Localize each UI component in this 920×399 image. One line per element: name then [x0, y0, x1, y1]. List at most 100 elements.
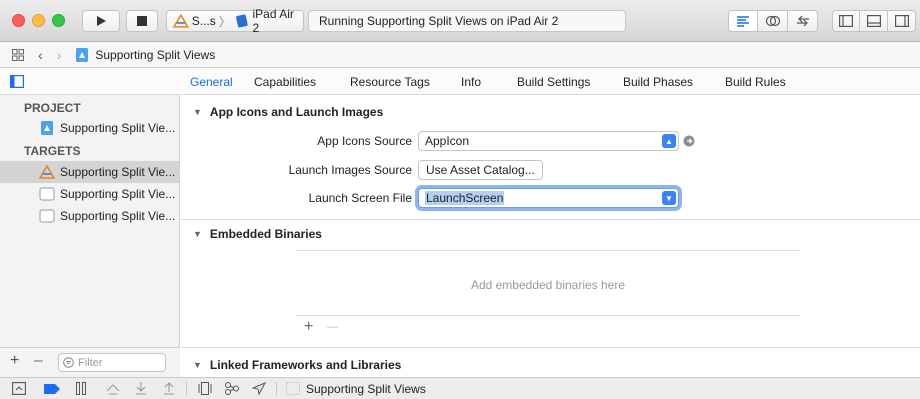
debug-scheme-label[interactable]: Supporting Split Views [306, 382, 426, 396]
launch-screen-file-label: Launch Screen File [308, 191, 412, 205]
target-item-uitests[interactable]: Supporting Split Vie... [0, 205, 179, 227]
section-divider [181, 219, 920, 220]
disclosure-triangle-icon: ▼ [193, 107, 202, 117]
project-item-label: Supporting Split Vie... [60, 121, 176, 135]
stop-button[interactable] [126, 10, 158, 32]
scheme-target-label: S...s [191, 14, 216, 28]
run-button[interactable] [82, 10, 120, 32]
back-chevron-icon[interactable]: ‹ [38, 47, 43, 63]
assistant-editor-button[interactable] [758, 10, 788, 32]
toggle-utilities-button[interactable] [888, 10, 916, 32]
section-title: Linked Frameworks and Libraries [209, 358, 402, 372]
filter-field[interactable]: Filter [58, 353, 166, 372]
scheme-selector[interactable]: S...s 〉 iPad Air 2 [166, 7, 304, 35]
pause-icon[interactable] [76, 382, 86, 395]
test-bundle-icon [39, 187, 55, 201]
editor-tab-bar: General Capabilities Resource Tags Info … [0, 68, 920, 95]
embedded-binaries-section-header[interactable]: ▼ Embedded Binaries [193, 227, 322, 241]
debugbar-divider [186, 382, 187, 396]
tab-info[interactable]: Info [461, 75, 481, 89]
venn-icon [765, 15, 780, 27]
tab-build-settings[interactable]: Build Settings [517, 75, 590, 89]
chevron-down-icon: ▼ [662, 191, 676, 205]
target-item-label: Supporting Split Vie... [60, 187, 176, 201]
toggle-debug-area-button[interactable] [860, 10, 888, 32]
embedded-empty-text: Add embedded binaries here [470, 278, 626, 292]
general-settings-pane: ▼ App Icons and Launch Images App Icons … [181, 95, 920, 377]
activity-status-text: Running Supporting Split Views on iPad A… [319, 14, 559, 28]
launch-screen-file-combobox[interactable]: LaunchScreen ▼ [418, 188, 679, 208]
project-target-sidebar: PROJECT Supporting Split Vie... TARGETS … [0, 95, 180, 377]
linked-frameworks-section-header[interactable]: ▼ Linked Frameworks and Libraries [193, 358, 401, 372]
test-bundle-icon [39, 209, 55, 223]
debugbar-divider [276, 382, 277, 396]
target-item-app[interactable]: Supporting Split Vie... [0, 161, 179, 183]
add-target-button[interactable]: + [10, 352, 19, 370]
embedded-list-bottom-border [296, 315, 800, 316]
scheme-separator: 〉 [218, 14, 231, 29]
minimize-window-button[interactable] [32, 14, 45, 27]
app-icons-section-header[interactable]: ▼ App Icons and Launch Images [193, 105, 383, 119]
launch-screen-file-value: LaunchScreen [425, 191, 505, 205]
use-asset-catalog-button[interactable]: Use Asset Catalog... [418, 160, 543, 180]
target-item-label: Supporting Split Vie... [60, 209, 176, 223]
show-targets-list-icon[interactable] [10, 75, 24, 88]
use-asset-catalog-label: Use Asset Catalog... [426, 163, 535, 177]
target-item-tests[interactable]: Supporting Split Vie... [0, 183, 179, 205]
forward-chevron-icon[interactable]: › [57, 47, 62, 63]
updown-arrows-icon: ▲︎ [662, 134, 676, 148]
step-over-icon[interactable] [106, 382, 120, 395]
hide-debug-area-icon[interactable] [12, 382, 26, 395]
stop-icon [137, 16, 147, 26]
close-window-button[interactable] [12, 14, 25, 27]
section-divider [181, 347, 920, 348]
breadcrumb-project[interactable]: Supporting Split Views [95, 48, 215, 62]
remove-target-button[interactable]: – [34, 352, 43, 370]
filter-placeholder: Filter [78, 356, 103, 369]
embedded-binaries-list[interactable]: Add embedded binaries here [296, 251, 800, 315]
bottom-panel-icon [866, 15, 881, 27]
tab-general[interactable]: General [190, 75, 233, 89]
memory-graph-icon[interactable] [224, 382, 240, 395]
lines-icon [737, 16, 749, 27]
target-item-label: Supporting Split Vie... [60, 165, 176, 179]
app-target-icon [39, 165, 55, 179]
app-icons-source-value: AppIcon [425, 134, 470, 148]
remove-embedded-binary-button[interactable]: — [327, 321, 338, 333]
project-item[interactable]: Supporting Split Vie... [0, 117, 179, 139]
go-to-arrow-icon[interactable] [683, 135, 695, 147]
tab-build-rules[interactable]: Build Rules [725, 75, 786, 89]
version-editor-button[interactable] [788, 10, 818, 32]
left-panel-icon [839, 15, 853, 27]
ipad-device-icon [235, 14, 248, 28]
project-file-icon [41, 121, 53, 135]
project-section-header: PROJECT [24, 101, 81, 115]
step-into-icon[interactable] [134, 382, 148, 395]
add-embedded-binary-button[interactable]: + [304, 318, 313, 336]
tab-resource-tags[interactable]: Resource Tags [350, 75, 430, 89]
section-title: Embedded Binaries [209, 227, 322, 241]
right-panel-icon [894, 15, 909, 27]
jump-bar: ‹ › Supporting Split Views [0, 42, 920, 68]
activity-viewer: Running Supporting Split Views on iPad A… [308, 10, 626, 32]
app-icons-source-popup[interactable]: AppIcon ▲︎ [418, 131, 679, 151]
view-hierarchy-icon[interactable] [198, 382, 212, 395]
section-title: App Icons and Launch Images [209, 105, 384, 119]
related-items-grid-icon[interactable] [12, 48, 24, 61]
scheme-device-label: iPad Air 2 [252, 7, 294, 35]
step-out-icon[interactable] [162, 382, 176, 395]
standard-editor-button[interactable] [728, 10, 758, 32]
project-file-icon [76, 47, 89, 62]
play-icon [97, 16, 106, 26]
tab-capabilities[interactable]: Capabilities [254, 75, 316, 89]
location-arrow-icon[interactable] [252, 382, 266, 395]
tab-build-phases[interactable]: Build Phases [623, 75, 693, 89]
app-icons-source-label: App Icons Source [317, 134, 412, 148]
breakpoints-icon[interactable] [44, 384, 60, 394]
debug-bar: Supporting Split Views [0, 377, 920, 399]
filter-icon [63, 357, 74, 368]
toggle-navigator-button[interactable] [832, 10, 860, 32]
disclosure-triangle-icon: ▼ [193, 360, 202, 370]
app-target-icon [173, 14, 189, 28]
zoom-window-button[interactable] [52, 14, 65, 27]
